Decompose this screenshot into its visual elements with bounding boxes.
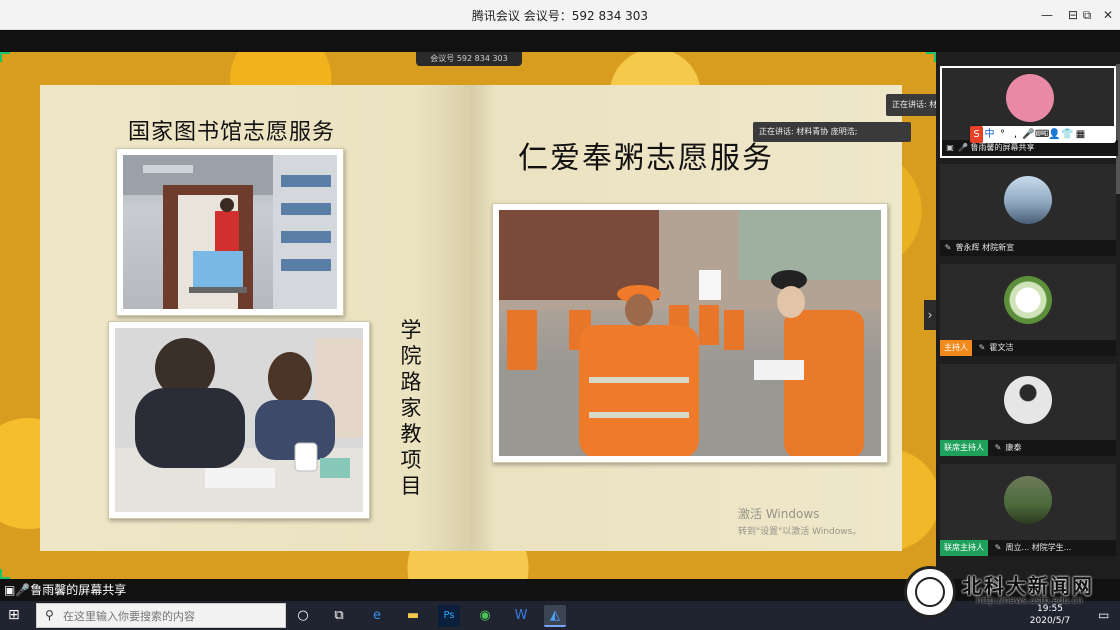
minimize-button[interactable]: — bbox=[1036, 4, 1058, 26]
left-page-title: 国家图书馆志愿服务 bbox=[128, 120, 336, 145]
photoshop-icon[interactable]: Ps bbox=[438, 605, 460, 627]
windows-start-icon[interactable]: ⊞ bbox=[8, 608, 22, 622]
meeting-number-badge[interactable]: 会议号 592 834 303 bbox=[416, 52, 522, 66]
taskbar-search[interactable]: ⚲ bbox=[36, 603, 286, 628]
ime-keyboard-icon[interactable]: ⌨ bbox=[1035, 126, 1049, 143]
watermark-line1: 激活 Windows bbox=[738, 507, 820, 521]
taskbar-search-input[interactable] bbox=[63, 608, 278, 624]
search-icon: ⚲ bbox=[45, 608, 54, 622]
ime-toolbox-icon[interactable]: ▦ bbox=[1074, 126, 1087, 143]
ime-punct-icon[interactable]: , bbox=[1009, 126, 1022, 143]
participant-name: 康泰 bbox=[1005, 443, 1022, 452]
library-scene bbox=[123, 155, 337, 309]
window-title: 腾讯会议 会议号：592 834 303 bbox=[471, 9, 649, 23]
news-site-name: 北科大新闻网 bbox=[962, 574, 1094, 598]
avatar bbox=[1004, 176, 1052, 224]
cortana-icon[interactable]: ○ bbox=[292, 605, 314, 627]
close-button[interactable]: ✕ bbox=[1097, 4, 1119, 26]
participant-name: 霍文洁 bbox=[989, 343, 1014, 352]
sogou-logo-icon[interactable]: S bbox=[970, 126, 983, 143]
windows-activation-watermark: 激活 Windows 转到"设置"以激活 Windows。 bbox=[738, 505, 861, 537]
mic-muted-icon: ✎ bbox=[994, 443, 1002, 452]
ime-lang-toggle[interactable]: 中 bbox=[983, 126, 996, 143]
mic-icon: 🎤 bbox=[15, 583, 31, 597]
participant-tile[interactable]: 主持人 ✎ 霍文洁 bbox=[940, 264, 1116, 356]
porridge-scene bbox=[499, 210, 881, 456]
porridge-photo-image bbox=[499, 210, 881, 456]
library-photo-image bbox=[123, 155, 337, 309]
participant-tile[interactable]: 联席主持人 ✎ 周立... 材院学生... bbox=[940, 464, 1116, 556]
title-bar: 腾讯会议 会议号：592 834 303 ⊟ — ⧉ ✕ bbox=[0, 0, 1120, 30]
mic-muted-icon: ✎ bbox=[944, 243, 952, 252]
library-photo bbox=[116, 148, 344, 316]
porridge-photo bbox=[492, 203, 888, 463]
ime-toolbar[interactable]: S 中 °, 🎤⌨👤👕 ▦ bbox=[970, 126, 1116, 143]
seal-inner bbox=[915, 577, 945, 607]
file-explorer-icon[interactable]: ▬ bbox=[402, 605, 424, 627]
participant-label: ✎ 曾永辉 材院新宣 bbox=[940, 240, 1116, 256]
watermark-line2: 转到"设置"以激活 Windows。 bbox=[738, 527, 862, 537]
mic-icon: 🎤 bbox=[958, 143, 968, 152]
ime-voice-icon[interactable]: 🎤 bbox=[1022, 126, 1035, 143]
cohost-badge: 联席主持人 bbox=[940, 540, 988, 556]
panel-scrollbar[interactable] bbox=[1116, 64, 1120, 194]
mic-muted-icon: ✎ bbox=[994, 543, 1002, 552]
tutoring-photo bbox=[108, 321, 370, 519]
participant-tile[interactable]: ▣ 🎤 鲁雨馨的屏幕共享 bbox=[940, 66, 1118, 158]
university-seal-icon bbox=[904, 566, 956, 618]
screen-share-icon: ▣ bbox=[4, 583, 16, 597]
browser-icon[interactable]: ◉ bbox=[474, 605, 496, 627]
share-corner bbox=[926, 52, 936, 62]
ime-skin-icon[interactable]: 👕 bbox=[1061, 126, 1074, 143]
maximize-button[interactable]: ⧉ bbox=[1076, 4, 1098, 26]
tutoring-scene bbox=[115, 328, 363, 512]
vertical-caption: 学院路家教项目 bbox=[400, 318, 422, 498]
right-page: 仁爱奉粥志愿服务 bbox=[470, 85, 902, 551]
participant-name: 鲁雨馨的屏幕共享 bbox=[970, 143, 1035, 152]
speaking-tip-secondary: 正在讲话: 材料青协 庞明浩; bbox=[753, 122, 911, 142]
screen-share-icon: ▣ bbox=[946, 143, 954, 152]
tutoring-photo-image bbox=[115, 328, 363, 512]
participant-label: 联席主持人 ✎ 康泰 bbox=[940, 440, 1116, 456]
task-view-icon[interactable]: ⧉ bbox=[328, 605, 350, 627]
slide-book: 国家图书馆志愿服务 学院路家教项目 仁爱奉粥志愿服务 bbox=[40, 85, 902, 551]
news-logo: 北科大新闻网 http://news.ustb.edu.cn bbox=[902, 564, 1120, 624]
edge-icon[interactable]: e bbox=[366, 605, 388, 627]
left-page: 国家图书馆志愿服务 学院路家教项目 bbox=[40, 85, 470, 551]
tencent-meeting-icon[interactable]: ◭ bbox=[544, 605, 566, 627]
avatar bbox=[1004, 476, 1052, 524]
ime-user-icon[interactable]: 👤 bbox=[1048, 126, 1061, 143]
avatar bbox=[1004, 376, 1052, 424]
avatar bbox=[1006, 74, 1054, 122]
participant-name: 曾永辉 材院新宣 bbox=[955, 243, 1015, 252]
avatar bbox=[1004, 276, 1052, 324]
wps-icon[interactable]: W bbox=[510, 605, 532, 627]
participant-label: 主持人 ✎ 霍文洁 bbox=[940, 340, 1116, 356]
ime-halfwidth-icon[interactable]: ° bbox=[996, 126, 1009, 143]
participant-label: 联席主持人 ✎ 周立... 材院学生... bbox=[940, 540, 1116, 556]
share-corner bbox=[0, 52, 10, 62]
share-status-label: 鲁雨馨的屏幕共享 bbox=[30, 583, 127, 597]
mic-muted-icon: ✎ bbox=[978, 343, 986, 352]
top-strip bbox=[0, 30, 1120, 52]
right-page-title: 仁爱奉粥志愿服务 bbox=[518, 141, 774, 176]
participant-tile[interactable]: ✎ 曾永辉 材院新宣 bbox=[940, 164, 1116, 256]
cohost-badge: 联席主持人 bbox=[940, 440, 988, 456]
host-badge: 主持人 bbox=[940, 340, 972, 356]
news-site-url: http://news.ustb.edu.cn bbox=[976, 596, 1083, 606]
panel-toggle-arrow[interactable]: › bbox=[924, 300, 936, 330]
participant-name: 周立... 材院学生... bbox=[1005, 543, 1072, 552]
share-corner bbox=[0, 569, 10, 579]
participant-tile[interactable]: 联席主持人 ✎ 康泰 bbox=[940, 364, 1116, 456]
